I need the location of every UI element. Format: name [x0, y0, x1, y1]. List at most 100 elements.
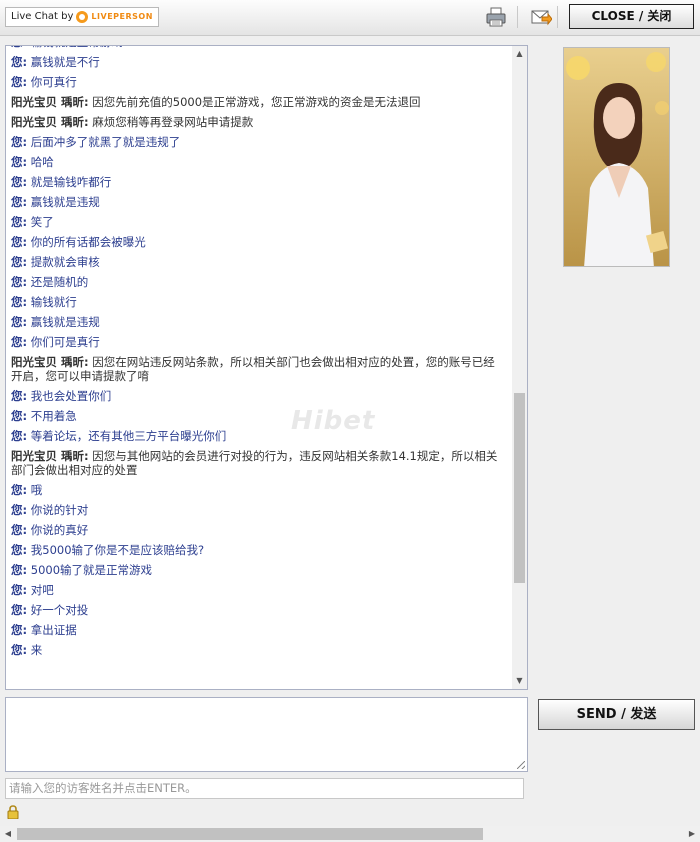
message-sender: 您:	[11, 503, 28, 517]
agent-message: 阳光宝贝 瑀昕: 因您在网站违反网站条款，所以相关部门也会做出相对应的处置，您的…	[11, 352, 506, 386]
liveperson-logo-icon	[76, 11, 89, 23]
visitor-message: 您: 不用着急	[11, 406, 506, 426]
message-text: 笑了	[30, 215, 54, 229]
scroll-down-icon[interactable]: ▼	[512, 673, 527, 689]
visitor-message: 您: 5000输了就是正常游戏	[11, 560, 506, 580]
message-sender: 您:	[11, 643, 28, 657]
message-text: 后面冲多了就黑了就是违规了	[30, 135, 181, 149]
message-sender: 您:	[11, 523, 28, 537]
visitor-message: 您: 输钱就行	[11, 292, 506, 312]
message-sender: 您:	[11, 215, 28, 229]
message-text: 哈哈	[30, 155, 54, 169]
visitor-message: 您: 你说的针对	[11, 500, 506, 520]
message-text: 5000输了就是正常游戏	[30, 563, 153, 577]
vertical-scrollbar[interactable]: ▲ ▼	[512, 46, 527, 689]
message-sender: 阳光宝贝 瑀昕:	[11, 355, 89, 369]
message-sender: 您:	[11, 483, 28, 497]
message-text: 你说的真好	[30, 523, 89, 537]
message-sender: 您:	[11, 563, 28, 577]
message-list: 您: 输钱就是正常游戏您: 赢钱就是不行您: 你可真行阳光宝贝 瑀昕: 因您先前…	[11, 46, 506, 660]
message-sender: 您:	[11, 429, 28, 443]
visitor-message: 您: 对吧	[11, 580, 506, 600]
visitor-message: 您: 你可真行	[11, 72, 506, 92]
message-text: 你说的针对	[30, 503, 89, 517]
liveperson-badge[interactable]: Live Chat by LIVEPERSON	[5, 7, 159, 27]
agent-message: 阳光宝贝 瑀昕: 麻烦您稍等再登录网站申请提款	[11, 112, 506, 132]
message-text: 等着论坛，还有其他三方平台曝光你们	[30, 429, 227, 443]
lock-icon	[6, 804, 20, 820]
message-text: 拿出证据	[30, 623, 77, 637]
message-text: 来	[30, 643, 43, 657]
message-text: 提款就会审核	[30, 255, 100, 269]
message-sender: 阳光宝贝 瑀昕:	[11, 449, 89, 463]
email-transcript-icon[interactable]	[530, 6, 553, 28]
message-text: 输钱就行	[30, 295, 77, 309]
message-text: 你可真行	[30, 75, 77, 89]
resize-handle-icon[interactable]	[517, 761, 525, 769]
scrollbar-thumb[interactable]	[514, 393, 525, 583]
message-sender: 您:	[11, 409, 28, 423]
message-sender: 您:	[11, 295, 28, 309]
message-text: 因您先前充值的5000是正常游戏，您正常游戏的资金是无法退回	[92, 95, 421, 109]
chat-transcript[interactable]: Hibet 您: 输钱就是正常游戏您: 赢钱就是不行您: 你可真行阳光宝贝 瑀昕…	[5, 45, 528, 690]
visitor-message: 您: 笑了	[11, 212, 506, 232]
message-text: 赢钱就是不行	[30, 55, 100, 69]
visitor-message: 您: 输钱就是正常游戏	[11, 46, 506, 52]
message-sender: 您:	[11, 389, 28, 403]
visitor-message: 您: 好一个对投	[11, 600, 506, 620]
visitor-message: 您: 赢钱就是违规	[11, 312, 506, 332]
message-sender: 您:	[11, 255, 28, 269]
visitor-message: 您: 你们可是真行	[11, 332, 506, 352]
scroll-right-icon[interactable]: ▶	[684, 826, 700, 842]
message-text: 我5000输了你是不是应该赔给我?	[30, 543, 205, 557]
agent-message: 阳光宝贝 瑀昕: 因您与其他网站的会员进行对投的行为，违反网站相关条款14.1规…	[11, 446, 506, 480]
visitor-message: 您: 哈哈	[11, 152, 506, 172]
visitor-message: 您: 来	[11, 640, 506, 660]
scrollbar-thumb[interactable]	[17, 828, 483, 840]
horizontal-scrollbar[interactable]: ◀ ▶	[0, 826, 700, 842]
message-text: 麻烦您稍等再登录网站申请提款	[92, 115, 254, 129]
visitor-message: 您: 我5000输了你是不是应该赔给我?	[11, 540, 506, 560]
message-sender: 您:	[11, 275, 28, 289]
printer-icon[interactable]	[485, 6, 507, 28]
message-sender: 您:	[11, 623, 28, 637]
visitor-message: 您: 提款就会审核	[11, 252, 506, 272]
message-sender: 您:	[11, 315, 28, 329]
visitor-message: 您: 你说的真好	[11, 520, 506, 540]
chat-toolbar: Live Chat by LIVEPERSON CLOSE / 关闭	[0, 0, 700, 36]
message-text: 输钱就是正常游戏	[31, 46, 123, 49]
message-text: 你的所有话都会被曝光	[30, 235, 146, 249]
scroll-left-icon[interactable]: ◀	[0, 826, 16, 842]
visitor-name-input[interactable]: 请输入您的访客姓名并点击ENTER。	[5, 778, 524, 799]
agent-message: 阳光宝贝 瑀昕: 因您先前充值的5000是正常游戏，您正常游戏的资金是无法退回	[11, 92, 506, 112]
visitor-message: 您: 等着论坛，还有其他三方平台曝光你们	[11, 426, 506, 446]
message-input[interactable]	[5, 697, 528, 772]
scroll-up-icon[interactable]: ▲	[512, 46, 527, 62]
close-button[interactable]: CLOSE / 关闭	[569, 4, 694, 29]
message-sender: 您:	[11, 235, 28, 249]
message-sender: 您:	[11, 543, 28, 557]
message-sender: 您:	[11, 175, 28, 189]
message-sender: 您:	[11, 75, 28, 89]
message-sender: 您:	[11, 135, 28, 149]
message-sender: 您:	[11, 195, 28, 209]
visitor-message: 您: 赢钱就是不行	[11, 52, 506, 72]
visitor-message: 您: 后面冲多了就黑了就是违规了	[11, 132, 506, 152]
send-button[interactable]: SEND / 发送	[538, 699, 695, 730]
visitor-message: 您: 还是随机的	[11, 272, 506, 292]
message-sender: 您:	[11, 603, 28, 617]
agent-photo	[563, 47, 670, 267]
visitor-message: 您: 赢钱就是违规	[11, 192, 506, 212]
toolbar-divider	[517, 6, 518, 28]
message-text: 你们可是真行	[30, 335, 100, 349]
message-sender: 阳光宝贝 瑀昕:	[11, 115, 89, 129]
message-sender: 阳光宝贝 瑀昕:	[11, 95, 89, 109]
message-sender: 您:	[11, 335, 28, 349]
brand-name: LIVEPERSON	[91, 12, 153, 21]
visitor-message: 您: 拿出证据	[11, 620, 506, 640]
message-text: 不用着急	[30, 409, 77, 423]
visitor-message: 您: 我也会处置你们	[11, 386, 506, 406]
message-sender: 您:	[11, 583, 28, 597]
message-text: 好一个对投	[30, 603, 89, 617]
message-text: 还是随机的	[30, 275, 89, 289]
